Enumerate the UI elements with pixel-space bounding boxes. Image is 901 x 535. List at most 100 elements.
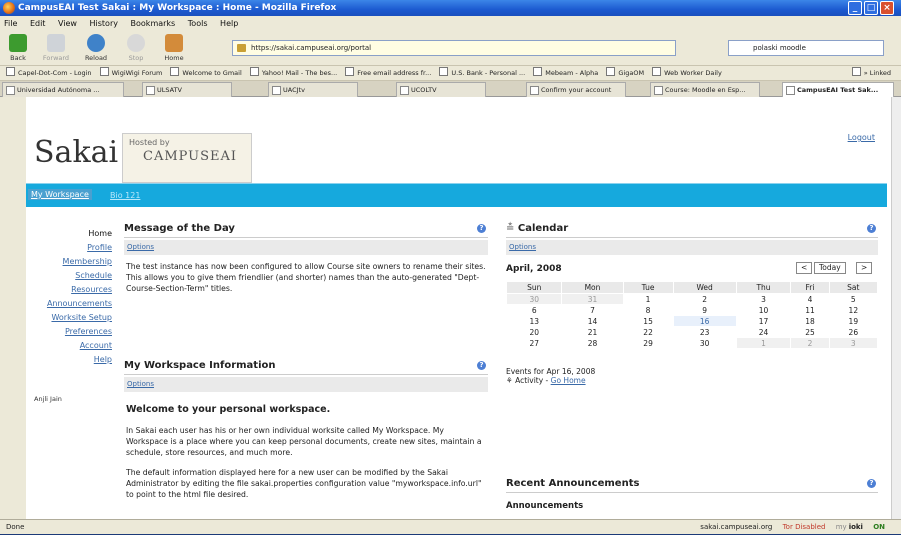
bookmark-item[interactable]: Web Worker Daily [652,69,722,77]
site-tab-bio-121[interactable]: Bio 121 [110,191,140,200]
bookmark-item[interactable]: U.S. Bank - Personal ... [439,69,525,77]
site-icon [237,44,246,52]
menu-file[interactable]: File [4,19,17,28]
browser-tab[interactable]: Course: Moodle en Esp... [650,82,760,97]
site-tab-my-workspace[interactable]: My Workspace [28,189,92,200]
bookmark-item[interactable]: Mebeam - Alpha [533,69,598,77]
browser-tab[interactable]: ULSATV [142,82,232,97]
ioki-label[interactable]: ioki [849,523,863,531]
menu-view[interactable]: View [58,19,77,28]
browser-tab[interactable]: Confirm your account [526,82,626,97]
menu-edit[interactable]: Edit [30,19,46,28]
maximize-button[interactable]: □ [864,1,878,15]
bookmark-item[interactable]: GigaOM [606,69,644,77]
calendar-day[interactable]: 21 [561,326,624,338]
tool-announcements[interactable]: Announcements [26,297,112,311]
tor-status[interactable]: Tor Disabled [783,523,826,531]
announcements-title: Recent Announcements? [506,475,878,493]
bookmark-item[interactable]: Capel-Dot-Com - Login [6,69,92,77]
help-icon[interactable]: ? [477,361,486,370]
forward-button[interactable]: Forward [40,34,72,62]
go-home-link[interactable]: Go Home [551,376,586,385]
close-button[interactable]: × [880,1,894,15]
calendar-day[interactable]: 12 [828,304,879,316]
calendar-day[interactable]: 9 [672,304,737,316]
menu-tools[interactable]: Tools [188,19,208,28]
calendar-day[interactable]: 26 [828,326,879,338]
calendar-day[interactable]: 1 [622,293,674,305]
prev-month-button[interactable]: < [796,262,813,274]
browser-tab[interactable]: UCOLTV [396,82,486,97]
tool-home[interactable]: Home [26,227,112,241]
calendar-day[interactable]: 11 [790,304,830,316]
calendar-day[interactable]: 17 [735,315,792,327]
minimize-button[interactable]: _ [848,1,862,15]
calendar-day[interactable]: 6 [505,304,563,316]
calendar-day[interactable]: 4 [790,293,830,305]
browser-tab[interactable]: UACJtv [268,82,358,97]
help-icon[interactable]: ? [867,479,876,488]
bookmark-item[interactable]: Yahoo! Mail - The bes... [250,69,337,77]
vertical-scrollbar[interactable] [891,97,901,519]
bookmark-item[interactable]: Welcome to Gmail [170,69,241,77]
tool-schedule[interactable]: Schedule [26,269,112,283]
calendar-day[interactable]: 3 [735,293,792,305]
next-month-button[interactable]: > [856,262,873,274]
calendar-day[interactable]: 31 [561,293,624,305]
calendar-day[interactable]: 7 [561,304,624,316]
calendar-day[interactable]: 2 [790,337,830,349]
calendar-options-link[interactable]: Options [506,240,878,255]
tool-worksite-setup[interactable]: Worksite Setup [26,311,112,325]
help-icon[interactable]: ? [867,224,876,233]
calendar-day[interactable]: 27 [505,337,563,349]
calendar-day[interactable]: 30 [672,337,737,349]
motd-options-link[interactable]: Options [124,240,488,255]
help-icon[interactable]: ? [477,224,486,233]
calendar-day[interactable]: 10 [735,304,792,316]
bookmark-item[interactable]: Free email address fr... [345,69,431,77]
calendar-day[interactable]: 2 [672,293,737,305]
calendar-day[interactable]: 25 [790,326,830,338]
calendar-day[interactable]: 18 [790,315,830,327]
calendar-day[interactable]: 13 [505,315,563,327]
calendar-day[interactable]: 24 [735,326,792,338]
calendar-day[interactable]: 15 [622,315,674,327]
tool-membership[interactable]: Membership [26,255,112,269]
reload-button[interactable]: Reload [80,34,112,62]
calendar-day[interactable]: 20 [505,326,563,338]
calendar-day[interactable]: 5 [828,293,879,305]
info-options-link[interactable]: Options [124,377,488,392]
menu-bookmarks[interactable]: Bookmarks [131,19,176,28]
activity-icon: ⚘ [506,376,516,385]
calendar-day[interactable]: 19 [828,315,879,327]
bookmark-item[interactable]: » Linked [852,66,891,80]
calendar-day[interactable]: 1 [735,337,792,349]
calendar-day[interactable]: 30 [505,293,563,305]
menu-history[interactable]: History [90,19,118,28]
calendar-day[interactable]: 3 [828,337,879,349]
browser-tab-active[interactable]: CampusEAI Test Sak... [782,82,894,97]
tool-help[interactable]: Help [26,353,112,367]
browser-tab[interactable]: Universidad Autónoma ... [2,82,124,97]
search-input[interactable]: polaski moodle [728,40,884,56]
stop-button[interactable]: Stop [120,34,152,62]
tool-resources[interactable]: Resources [26,283,112,297]
tool-profile[interactable]: Profile [26,241,112,255]
calendar-day[interactable]: 8 [622,304,674,316]
page-content: Sakai Hosted by CAMPUSEAI Logout My Work… [26,97,891,519]
calendar-day[interactable]: 22 [622,326,674,338]
calendar-day[interactable]: 23 [672,326,737,338]
menu-help[interactable]: Help [220,19,238,28]
bookmark-item[interactable]: WigiWigi Forum [100,69,163,77]
tool-account[interactable]: Account [26,339,112,353]
calendar-day[interactable]: 14 [561,315,624,327]
calendar-day[interactable]: 28 [561,337,624,349]
today-button[interactable]: Today [814,262,846,274]
tool-preferences[interactable]: Preferences [26,325,112,339]
back-button[interactable]: Back [2,34,34,62]
logout-link[interactable]: Logout [848,133,875,142]
calendar-day[interactable]: 29 [622,337,674,349]
url-bar[interactable]: https://sakai.campuseai.org/portal [232,40,676,56]
calendar-day[interactable]: 16 [672,315,737,327]
home-button[interactable]: Home [158,34,190,62]
